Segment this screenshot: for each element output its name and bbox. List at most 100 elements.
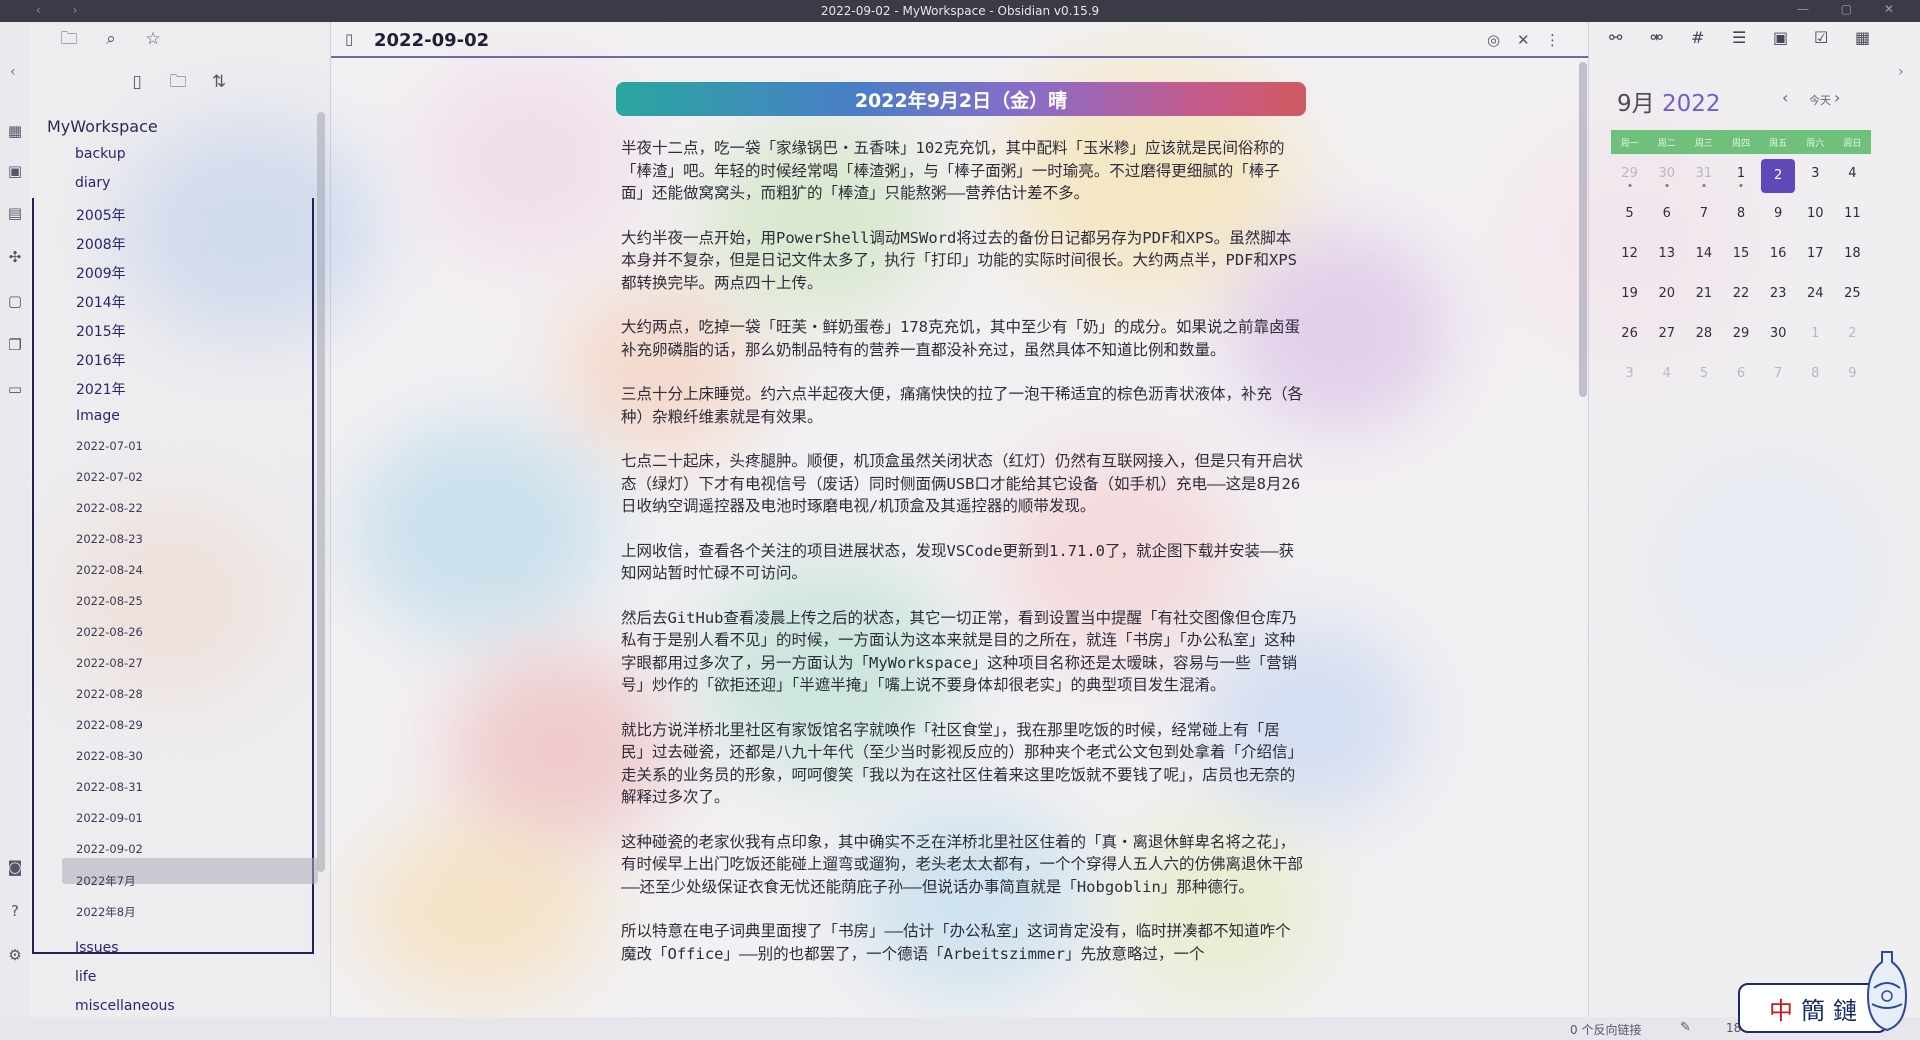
calendar-day[interactable]: 22 xyxy=(1722,282,1759,322)
settings-icon[interactable]: ⚙ xyxy=(6,946,24,964)
calendar-day[interactable]: 10 xyxy=(1797,202,1834,242)
folder-icon[interactable]: 🗀 xyxy=(58,28,80,50)
note-content[interactable]: 半夜十二点，吃一袋「家缘锅巴・五香味」102克充饥，其中配料「玉米糁」应该就是民… xyxy=(621,137,1303,987)
calendar-day[interactable]: 25 xyxy=(1834,282,1871,322)
calendar-day[interactable]: 13 xyxy=(1648,242,1685,282)
star-icon[interactable]: ☆ xyxy=(142,28,164,50)
sidebar-scrollbar[interactable] xyxy=(317,112,325,872)
calendar-day[interactable]: 28 xyxy=(1685,322,1722,362)
calendar-day[interactable]: 15 xyxy=(1722,242,1759,282)
file-item[interactable]: 2022-08-25 xyxy=(76,594,143,608)
note-title[interactable]: 2022-09-02 xyxy=(374,30,489,51)
folder-issues[interactable]: Issues xyxy=(75,940,119,956)
today-button[interactable]: 今天 xyxy=(1809,92,1831,108)
folder-miscellaneous[interactable]: miscellaneous xyxy=(75,998,175,1014)
file-item[interactable]: 2022年7月 xyxy=(76,873,136,889)
calendar-day[interactable]: 1 xyxy=(1797,322,1834,362)
file-item[interactable]: 2022-08-28 xyxy=(76,687,143,701)
file-item[interactable]: 2022-07-02 xyxy=(76,470,143,484)
calendar-day[interactable]: 19 xyxy=(1611,282,1648,322)
calendar-day[interactable]: 14 xyxy=(1685,242,1722,282)
calendar-day[interactable]: 8 xyxy=(1797,362,1834,402)
collapse-left-sidebar-icon[interactable]: ‹ xyxy=(10,64,16,80)
chevron-left-icon[interactable]: ‹ xyxy=(1782,88,1788,107)
calendar-day[interactable]: 29 xyxy=(1722,322,1759,362)
calendar-day[interactable]: 12 xyxy=(1611,242,1648,282)
calendar-day[interactable]: 21 xyxy=(1685,282,1722,322)
new-note-icon[interactable]: ▯ xyxy=(126,71,148,93)
folder-image[interactable]: Image xyxy=(76,408,120,424)
table-icon[interactable]: ▦ xyxy=(6,122,24,140)
calendar-day[interactable]: 23 xyxy=(1760,282,1797,322)
tags-icon[interactable]: # xyxy=(1691,28,1704,47)
file-item[interactable]: 2022年8月 xyxy=(76,904,136,920)
backlinks-count[interactable]: 0 个反向链接 xyxy=(1570,1021,1641,1038)
backlinks-icon[interactable]: ⚯ xyxy=(1609,28,1622,47)
folder-2014[interactable]: 2014年 xyxy=(76,292,126,312)
folder-2016[interactable]: 2016年 xyxy=(76,350,126,370)
folder-2005[interactable]: 2005年 xyxy=(76,205,126,225)
file-item[interactable]: 2022-09-01 xyxy=(76,811,143,825)
calendar-day[interactable]: 8 xyxy=(1722,202,1759,242)
copy-icon[interactable]: ❐ xyxy=(6,336,24,354)
note-icon[interactable]: ▤ xyxy=(6,204,24,222)
window-controls[interactable]: — ▢ ✕ xyxy=(1797,2,1908,16)
camera-icon[interactable]: ◙ xyxy=(6,858,24,876)
folder-2008[interactable]: 2008年 xyxy=(76,234,126,254)
new-folder-icon[interactable]: 🗀 xyxy=(167,71,189,93)
file-item[interactable]: 2022-08-24 xyxy=(76,563,143,577)
collapse-right-sidebar-icon[interactable]: › xyxy=(1898,64,1904,80)
outgoing-links-icon[interactable]: ⚮ xyxy=(1650,28,1663,47)
file-item[interactable]: 2022-07-01 xyxy=(76,439,143,453)
calendar-day[interactable]: 5 xyxy=(1685,362,1722,402)
calendar-day[interactable]: 4 xyxy=(1648,362,1685,402)
vault-name[interactable]: MyWorkspace xyxy=(47,117,158,136)
calendar-day[interactable]: 16 xyxy=(1760,242,1797,282)
reading-view-icon[interactable]: ◎ xyxy=(1487,31,1500,49)
folder-2015[interactable]: 2015年 xyxy=(76,321,126,341)
calendar-check-icon[interactable]: ☑ xyxy=(1814,28,1828,47)
calendar-day[interactable]: 3 xyxy=(1611,362,1648,402)
calendar-day[interactable]: 17 xyxy=(1797,242,1834,282)
file-item[interactable]: 2022-08-30 xyxy=(76,749,143,763)
calendar-day[interactable]: 2 xyxy=(1834,322,1871,362)
folder-backup[interactable]: backup xyxy=(75,146,126,162)
calendar-day[interactable]: 7 xyxy=(1760,362,1797,402)
calendar-day[interactable]: 30 xyxy=(1760,322,1797,362)
close-icon[interactable]: ✕ xyxy=(1517,31,1530,49)
calendar-day[interactable]: 20 xyxy=(1648,282,1685,322)
calendar-day[interactable]: 26 xyxy=(1611,322,1648,362)
table-icon[interactable]: ▦ xyxy=(1855,28,1870,47)
calendar-day[interactable]: 27 xyxy=(1648,322,1685,362)
file-item[interactable]: 2022-08-22 xyxy=(76,501,143,515)
help-icon[interactable]: ? xyxy=(6,902,24,920)
file-item[interactable]: 2022-08-26 xyxy=(76,625,143,639)
calendar-day[interactable]: 6 xyxy=(1722,362,1759,402)
calendar-day[interactable]: 3 xyxy=(1797,162,1834,202)
calendar-day[interactable]: 11 xyxy=(1834,202,1871,242)
calendar-day-selected[interactable]: 2 xyxy=(1760,159,1797,202)
calendar-icon[interactable]: ▣ xyxy=(1773,28,1788,47)
more-options-icon[interactable]: ⋮ xyxy=(1545,31,1560,49)
folder-2009[interactable]: 2009年 xyxy=(76,263,126,283)
calendar-day[interactable]: 30 xyxy=(1648,162,1685,202)
calendar-day[interactable]: 5 xyxy=(1611,202,1648,242)
calendar-day[interactable]: 6 xyxy=(1648,202,1685,242)
calendar-day[interactable]: 1 xyxy=(1722,162,1759,202)
graph-icon[interactable]: ✣ xyxy=(6,248,24,266)
nav-arrows[interactable]: ‹ › xyxy=(36,3,91,17)
file-item-active[interactable]: 2022-09-02 xyxy=(76,842,143,856)
calendar-day[interactable]: 7 xyxy=(1685,202,1722,242)
calendar-day[interactable]: 9 xyxy=(1834,362,1871,402)
file-item[interactable]: 2022-08-27 xyxy=(76,656,143,670)
calendar-day[interactable]: 18 xyxy=(1834,242,1871,282)
editor-scrollbar[interactable] xyxy=(1579,62,1587,397)
sort-icon[interactable]: ⇅ xyxy=(208,71,230,93)
calendar-day[interactable]: 9 xyxy=(1760,202,1797,242)
pencil-icon[interactable]: ✎ xyxy=(1680,1020,1691,1035)
calendar-day[interactable]: 4 xyxy=(1834,162,1871,202)
folder-diary[interactable]: diary xyxy=(75,175,110,191)
chevron-right-icon[interactable]: › xyxy=(1834,88,1840,107)
folder-2021[interactable]: 2021年 xyxy=(76,379,126,399)
cards-icon[interactable]: ▭ xyxy=(6,380,24,398)
